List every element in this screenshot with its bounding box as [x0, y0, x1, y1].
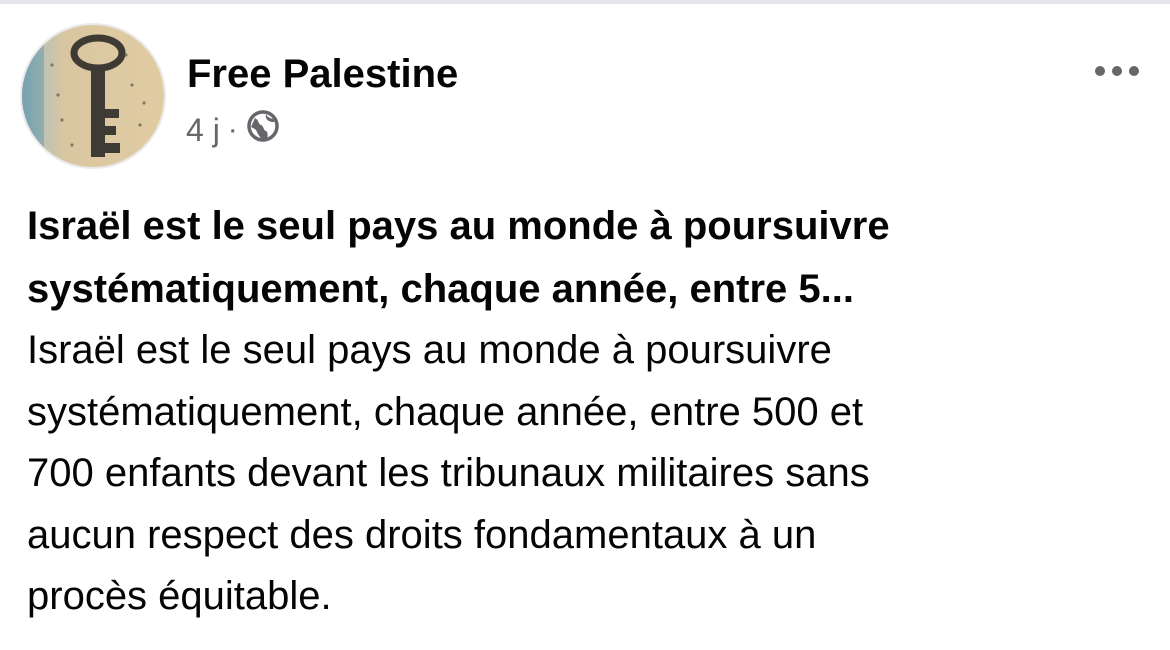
post-time[interactable]: 4 j — [186, 112, 220, 149]
headline-line: Israël est le seul pays au monde à pours… — [27, 204, 890, 248]
post-body: Israël est le seul pays au monde à pours… — [27, 320, 1147, 628]
globe-icon — [246, 109, 280, 151]
more-dot — [1112, 66, 1122, 76]
page-name[interactable]: Free Palestine — [187, 51, 458, 97]
post-headline[interactable]: Israël est le seul pays au monde à pours… — [27, 195, 1147, 321]
meta-separator: · — [227, 113, 238, 146]
headline-line: systématiquement, chaque année, entre 5.… — [27, 267, 854, 311]
more-options-icon[interactable] — [1086, 56, 1148, 86]
more-dot — [1095, 66, 1105, 76]
post-meta: 4 j · — [186, 110, 280, 150]
more-dot — [1129, 66, 1139, 76]
page-avatar[interactable] — [22, 25, 164, 167]
avatar-image — [22, 25, 164, 167]
body-line: 700 enfants devant les tribunaux militai… — [27, 451, 870, 495]
body-line: systématiquement, chaque année, entre 50… — [27, 389, 864, 434]
top-divider — [0, 0, 1170, 4]
body-line: aucun respect des droits fondamentaux à … — [27, 512, 817, 557]
body-line: Israël est le seul pays au monde à pours… — [27, 328, 832, 372]
body-line: procès équitable. — [27, 574, 332, 618]
